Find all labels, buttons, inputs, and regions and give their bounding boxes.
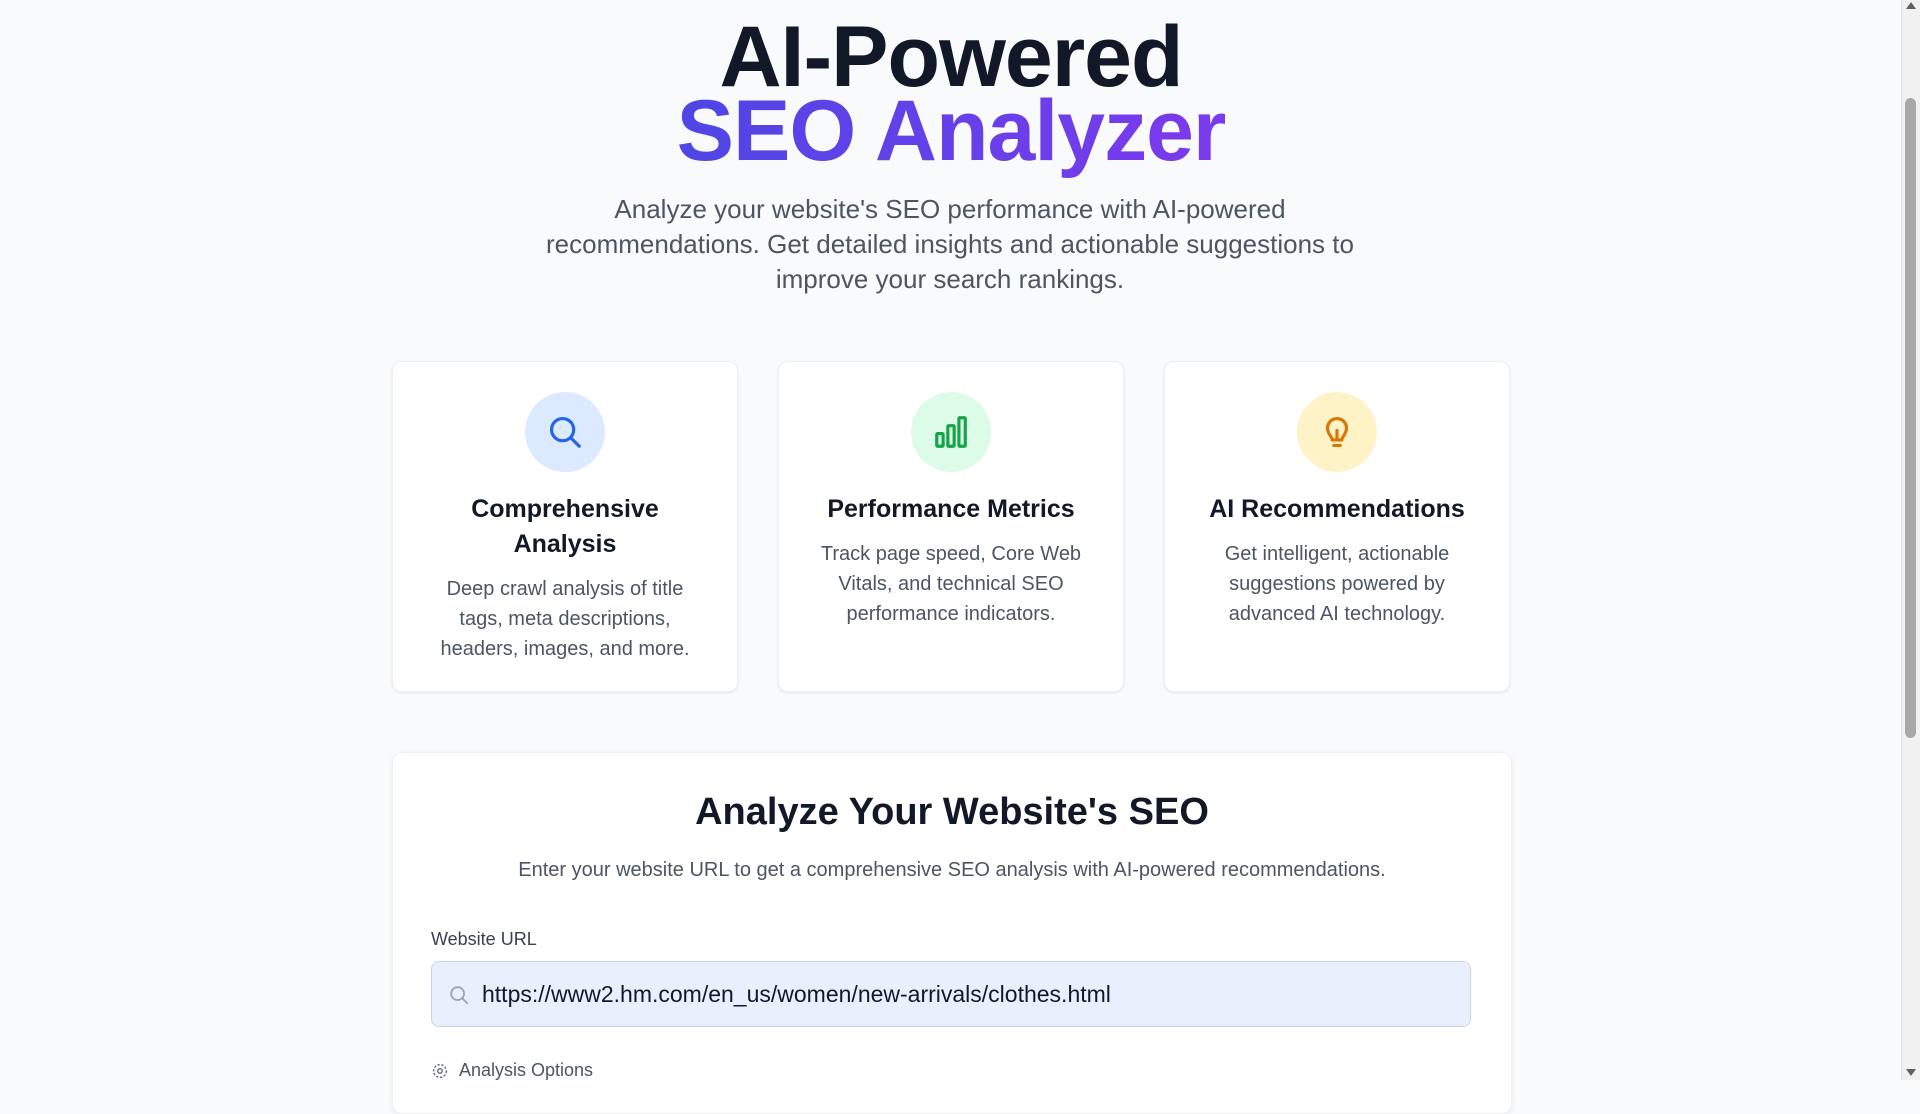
lightbulb-icon xyxy=(1325,416,1349,448)
feature-card-analysis: Comprehensive Analysis Deep crawl analys… xyxy=(392,361,738,692)
page-scrollbar[interactable] xyxy=(1901,0,1920,1080)
scroll-up-arrow-icon[interactable] xyxy=(1906,2,1916,9)
feature-card-ai: AI Recommendations Get intelligent, acti… xyxy=(1164,361,1510,692)
feature-description: Track page speed, Core Web Vitals, and t… xyxy=(820,543,1082,625)
form-subtitle: Enter your website URL to get a comprehe… xyxy=(518,859,1386,881)
hero-subtitle: Analyze your website's SEO performance w… xyxy=(546,194,1354,294)
page: AI-Powered SEO Analyzer Analyze your web… xyxy=(0,0,1902,1114)
feature-description: Deep crawl analysis of title tags, meta … xyxy=(440,578,690,660)
analysis-options-toggle[interactable]: Analysis Options xyxy=(431,1060,593,1081)
gear-icon xyxy=(432,1063,448,1078)
url-input[interactable] xyxy=(482,962,1452,1026)
scroll-down-arrow-icon[interactable] xyxy=(1906,1069,1916,1076)
feature-title: AI Recommendations xyxy=(1209,495,1465,523)
hero-title-gradient: SEO Analyzer xyxy=(676,83,1227,179)
url-field-label: Website URL xyxy=(431,929,537,949)
analysis-options-label: Analysis Options xyxy=(459,1060,594,1080)
search-icon xyxy=(549,416,581,448)
feature-title: Comprehensive Analysis xyxy=(471,495,659,558)
feature-title: Performance Metrics xyxy=(827,495,1075,523)
feature-icon-badge xyxy=(1297,392,1377,472)
url-input-wrapper[interactable] xyxy=(431,961,1471,1027)
bar-chart-icon xyxy=(935,416,967,448)
feature-description: Get intelligent, actionable suggestions … xyxy=(1224,543,1450,625)
search-icon xyxy=(450,986,469,1005)
form-title: Analyze Your Website's SEO xyxy=(695,791,1209,833)
scroll-thumb[interactable] xyxy=(1905,98,1916,738)
feature-icon-badge xyxy=(911,392,991,472)
analyze-form-card: Analyze Your Website's SEO Enter your we… xyxy=(392,752,1512,1114)
feature-card-metrics: Performance Metrics Track page speed, Co… xyxy=(778,361,1124,692)
feature-icon-badge xyxy=(525,392,605,472)
hero-title-line2: SEO Analyzer xyxy=(0,88,1902,174)
